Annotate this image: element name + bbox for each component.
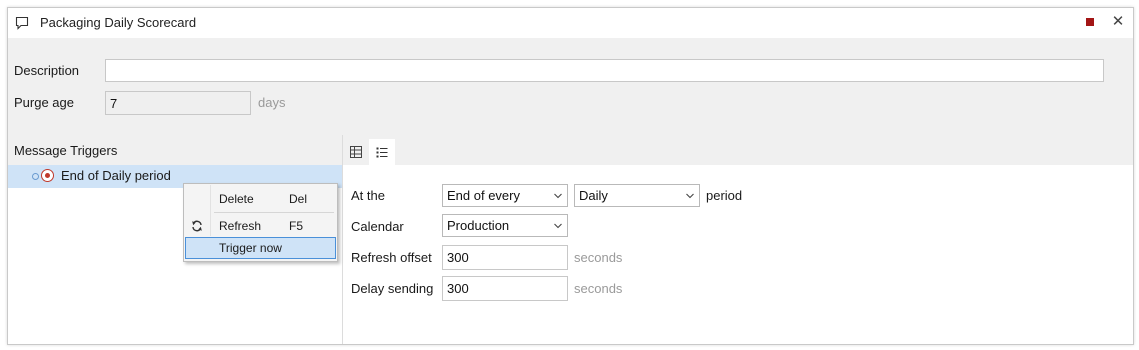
menu-item-shortcut: Del (289, 192, 308, 206)
calendar-select[interactable]: Production (442, 214, 568, 237)
purge-age-label: Purge age (14, 95, 74, 110)
chevron-down-icon (554, 193, 562, 199)
context-menu: Delete Del Refresh F5 Trigger now (183, 183, 338, 262)
title-bar: Packaging Daily Scorecard ✕ (8, 8, 1133, 38)
refresh-icon (192, 220, 202, 232)
description-field[interactable] (105, 59, 1104, 82)
window-title: Packaging Daily Scorecard (40, 15, 197, 30)
refresh-offset-unit: seconds (574, 250, 623, 265)
menu-separator (214, 212, 334, 213)
tab-grid-view[interactable] (343, 139, 369, 165)
chevron-down-icon (686, 193, 694, 199)
at-the-label: At the (351, 188, 385, 203)
refresh-offset-label: Refresh offset (351, 250, 432, 265)
menu-item-label: Trigger now (219, 241, 282, 255)
at-the-select[interactable]: End of every (442, 184, 568, 207)
calendar-value: Production (447, 218, 510, 233)
triggers-title: Message Triggers (14, 143, 118, 158)
properties-form: Description Purge age days (8, 38, 1133, 135)
delay-sending-field[interactable] (442, 276, 568, 301)
delay-sending-unit: seconds (574, 281, 623, 296)
detail-tabs-bar (343, 135, 1133, 165)
chevron-down-icon (554, 223, 562, 229)
table-icon (350, 146, 362, 158)
scorecard-window: Packaging Daily Scorecard ✕ Description … (7, 7, 1134, 345)
period-suffix: period (706, 188, 743, 203)
menu-item-shortcut: F5 (289, 219, 304, 233)
purge-age-field[interactable] (105, 91, 251, 115)
list-icon (376, 147, 388, 158)
period-value: Daily (579, 188, 608, 203)
trigger-item-label: End of Daily period (61, 168, 171, 183)
menu-item-delete[interactable]: Delete Del (185, 188, 336, 210)
delay-sending-label: Delay sending (351, 281, 434, 296)
stop-square-icon[interactable] (1086, 18, 1094, 26)
trigger-detail-pane: At the End of every Daily period Calenda… (343, 135, 1133, 344)
refresh-offset-field[interactable] (442, 245, 568, 270)
close-icon[interactable]: ✕ (1110, 12, 1126, 32)
triggers-header: Message Triggers (8, 135, 342, 165)
tab-list-view[interactable] (369, 139, 395, 165)
menu-item-refresh[interactable]: Refresh F5 (185, 215, 336, 237)
tree-expander-icon[interactable] (32, 173, 39, 180)
menu-item-trigger-now[interactable]: Trigger now (185, 237, 336, 259)
radio-target-icon (41, 169, 54, 182)
at-the-value: End of every (447, 188, 520, 203)
purge-age-unit: days (258, 95, 286, 110)
speech-bubble-icon (15, 16, 29, 30)
menu-item-label: Refresh (219, 219, 262, 233)
description-label: Description (14, 63, 80, 78)
calendar-label: Calendar (351, 219, 404, 234)
period-select[interactable]: Daily (574, 184, 700, 207)
menu-item-label: Delete (219, 192, 254, 206)
